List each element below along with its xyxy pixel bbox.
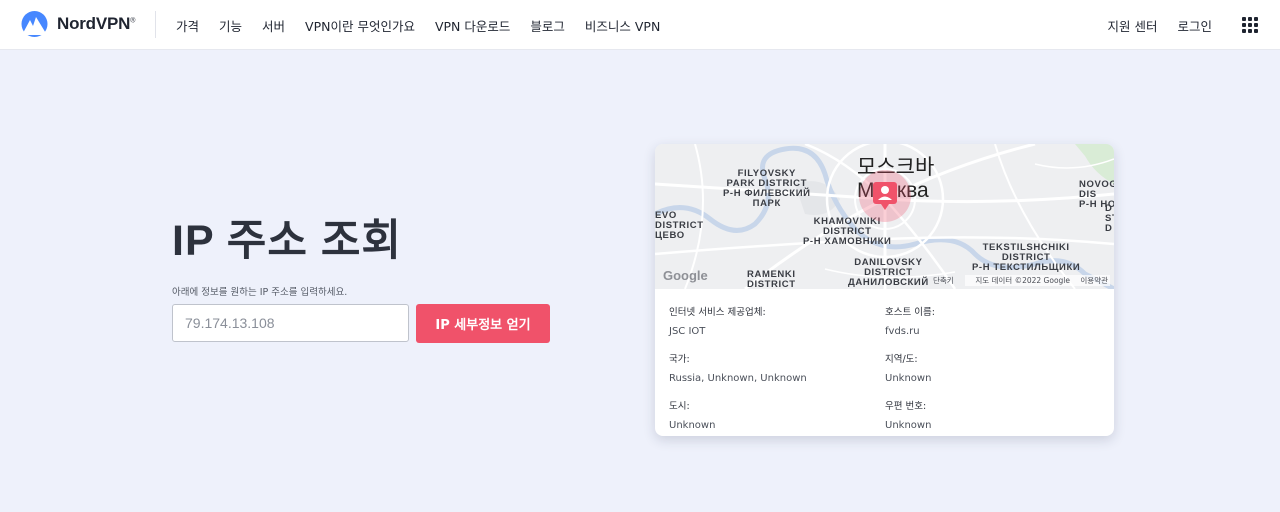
detail-label: 호스트 이름: bbox=[885, 307, 935, 318]
nav-item-features[interactable]: 기능 bbox=[219, 16, 242, 35]
detail-label: 국가: bbox=[669, 354, 690, 365]
login-link[interactable]: 로그인 bbox=[1177, 16, 1212, 35]
detail-label: 우편 번호: bbox=[885, 401, 927, 412]
google-logo: Google bbox=[663, 268, 708, 283]
detail-city: 도시: Unknown bbox=[669, 398, 885, 431]
ip-address-input[interactable] bbox=[172, 304, 409, 342]
nav-item-what-is-vpn[interactable]: VPN이란 무엇인가요 bbox=[305, 16, 415, 35]
detail-label: 도시: bbox=[669, 401, 690, 412]
input-hint: 아래에 정보를 원하는 IP 주소를 입력하세요. bbox=[172, 287, 348, 298]
header-actions: 지원 센터 로그인 bbox=[1108, 0, 1280, 50]
detail-label: 지역/도: bbox=[885, 354, 918, 365]
detail-value: Russia, Unknown, Unknown bbox=[669, 373, 807, 384]
map-label-tekstilshchiki: TEKSTILSHCHIKI DISTRICT Р-Н ТЕКСТИЛЬЩИКИ bbox=[972, 242, 1081, 273]
brand-name: NordVPN® bbox=[57, 14, 136, 33]
detail-value: fvds.ru bbox=[885, 326, 920, 337]
main-nav: 가격 기능 서버 VPN이란 무엇인가요 VPN 다운로드 블로그 비즈니스 V… bbox=[176, 0, 680, 50]
top-nav-bar: NordVPN® 가격 기능 서버 VPN이란 무엇인가요 VPN 다운로드 블… bbox=[0, 0, 1280, 50]
support-center-link[interactable]: 지원 센터 bbox=[1108, 16, 1158, 35]
get-ip-details-button[interactable]: IP 세부정보 얻기 bbox=[416, 304, 550, 343]
nav-item-business[interactable]: 비즈니스 VPN bbox=[585, 16, 660, 35]
grid-icon[interactable] bbox=[1242, 17, 1258, 33]
location-map[interactable]: FILYOVSKY PARK DISTRICT Р-Н ФИЛЕВСКИЙ ПАРК … bbox=[655, 144, 1114, 289]
map-label-danilovsky: DANILOVSKY DISTRICT ДАНИЛОВСКИЙ bbox=[848, 257, 929, 288]
nav-item-servers[interactable]: 서버 bbox=[262, 16, 285, 35]
detail-isp: 인터넷 서비스 제공업체: JSC IOT bbox=[669, 304, 885, 337]
nav-item-download[interactable]: VPN 다운로드 bbox=[435, 16, 510, 35]
nav-item-blog[interactable]: 블로그 bbox=[530, 16, 565, 35]
ip-details: 인터넷 서비스 제공업체: JSC IOT 호스트 이름: fvds.ru 국가… bbox=[669, 304, 1101, 431]
map-terms-link[interactable]: 이용약관 bbox=[1080, 276, 1108, 285]
detail-value: Unknown bbox=[885, 420, 932, 431]
detail-postal-code: 우편 번호: Unknown bbox=[885, 398, 1101, 431]
ip-result-card: FILYOVSKY PARK DISTRICT Р-Н ФИЛЕВСКИЙ ПАРК … bbox=[655, 144, 1114, 436]
map-shortcuts-link[interactable]: 단축키 bbox=[933, 275, 954, 286]
nordvpn-mountain-icon bbox=[21, 11, 48, 37]
header-divider bbox=[155, 11, 156, 38]
map-data-credit: 지도 데이터 ©2022 Google bbox=[975, 276, 1070, 285]
detail-region: 지역/도: Unknown bbox=[885, 351, 1101, 384]
nav-item-pricing[interactable]: 가격 bbox=[176, 16, 199, 35]
map-attribution: 지도 데이터 ©2022 Google 이용약관 bbox=[965, 275, 1110, 286]
detail-hostname: 호스트 이름: fvds.ru bbox=[885, 304, 1101, 337]
detail-value: Unknown bbox=[669, 420, 716, 431]
detail-value: JSC IOT bbox=[669, 326, 706, 337]
map-label-right-edge: DSTD bbox=[1105, 203, 1114, 234]
detail-label: 인터넷 서비스 제공업체: bbox=[669, 307, 766, 318]
location-pin-icon bbox=[859, 170, 911, 222]
page-title: IP 주소 조회 bbox=[172, 217, 402, 265]
map-label-ramenki: RAMENKI DISTRICT bbox=[747, 269, 796, 290]
map-label-filyovsky: FILYOVSKY PARK DISTRICT Р-Н ФИЛЕВСКИЙ ПАРК bbox=[723, 168, 811, 209]
detail-country: 국가: Russia, Unknown, Unknown bbox=[669, 351, 885, 384]
map-label-evo: EVO DISTRICT ЦЕВО bbox=[655, 210, 704, 241]
nordvpn-logo[interactable]: NordVPN® bbox=[18, 11, 135, 37]
detail-value: Unknown bbox=[885, 373, 932, 384]
